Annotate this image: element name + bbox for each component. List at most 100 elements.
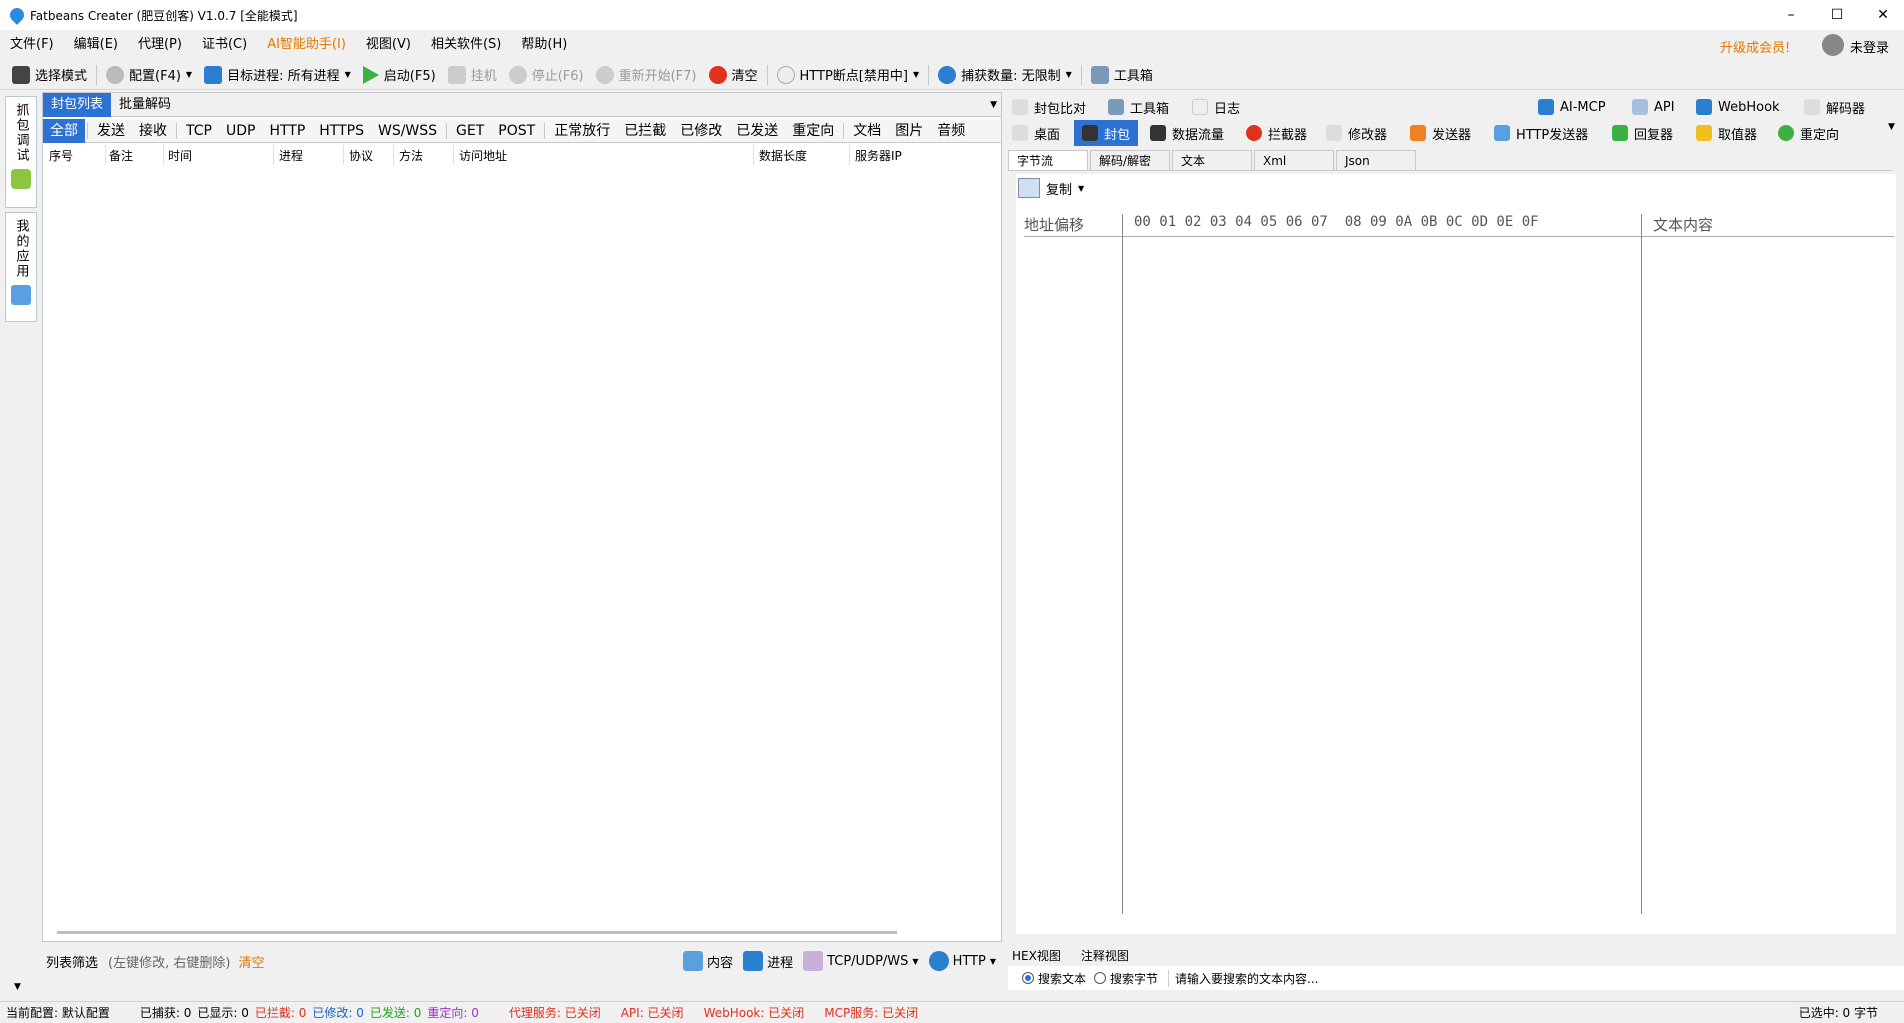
menu-certificate[interactable]: 证书(C) — [192, 32, 257, 58]
target-process-dropdown[interactable]: 目标进程: 所有进程 ▼ — [198, 61, 357, 89]
tabs-dropdown-icon[interactable]: ▼ — [990, 100, 997, 110]
sender-button[interactable]: 发送器 — [1410, 120, 1471, 146]
http-sender-button[interactable]: HTTP发送器 — [1494, 120, 1588, 146]
config-button[interactable]: 配置(F4) ▼ — [100, 61, 198, 89]
modifier-button[interactable]: 修改器 — [1326, 120, 1387, 146]
left-subtabs: 封包列表 批量解码 ▼ — [43, 92, 1001, 117]
search-text-radio[interactable] — [1022, 972, 1034, 984]
menu-help[interactable]: 帮助(H) — [511, 32, 577, 58]
http-breakpoint-dropdown[interactable]: HTTP断点[禁用中] ▼ — [771, 61, 926, 89]
filter-image[interactable]: 图片 — [888, 120, 930, 142]
restart-button[interactable]: 重新开始(F7) — [590, 61, 703, 89]
value-extractor-button[interactable]: 取值器 — [1696, 120, 1757, 146]
menu-view[interactable]: 视图(V) — [356, 32, 421, 58]
more-tools-icon[interactable]: ▼ — [1888, 122, 1895, 132]
tab-comment-view[interactable]: 注释视图 — [1077, 945, 1133, 966]
tab-hex-view[interactable]: HEX视图 — [1008, 945, 1065, 966]
api-button[interactable]: API — [1632, 94, 1675, 120]
chevron-down-icon[interactable]: ▼ — [186, 70, 192, 79]
hang-button[interactable]: 挂机 — [442, 61, 503, 89]
search-bytes-radio[interactable] — [1094, 972, 1107, 984]
login-status[interactable]: 未登录 — [1850, 37, 1889, 56]
menu-edit[interactable]: 编辑(E) — [64, 32, 128, 58]
tab-xml[interactable]: Xml — [1254, 150, 1334, 170]
upgrade-link[interactable]: 升级成会员! — [1720, 37, 1790, 56]
tools-icon — [1108, 99, 1124, 115]
column-header[interactable]: 序号 — [49, 147, 73, 164]
filter-document[interactable]: 文档 — [846, 120, 888, 142]
decoder-button[interactable]: 解码器 — [1804, 94, 1865, 120]
status-config: 当前配置: 默认配置 — [6, 1006, 110, 1020]
packet-tab-button[interactable]: 封包 — [1074, 120, 1139, 146]
toolbox-button[interactable]: 工具箱 — [1085, 61, 1159, 89]
right-toolbox-button[interactable]: 工具箱 — [1108, 94, 1169, 120]
data-traffic-button[interactable]: 数据流量 — [1150, 120, 1224, 146]
column-header[interactable]: 服务器IP — [855, 147, 902, 164]
filter-all[interactable]: 全部 — [43, 118, 85, 143]
filter-process-button[interactable]: 进程 — [743, 951, 793, 971]
filter-http-dropdown[interactable]: HTTP ▼ — [928, 951, 996, 971]
interceptor-button[interactable]: 拦截器 — [1246, 120, 1307, 146]
filter-passed[interactable]: 正常放行 — [547, 120, 617, 142]
column-header[interactable]: 进程 — [279, 147, 303, 164]
filter-https[interactable]: HTTPS — [312, 120, 371, 142]
filter-content-button[interactable]: 内容 — [683, 951, 733, 971]
horizontal-scrollbar[interactable] — [57, 931, 897, 934]
menu-related-software[interactable]: 相关软件(S) — [421, 32, 511, 58]
clear-button[interactable]: 清空 — [703, 61, 764, 89]
tab-json[interactable]: Json — [1336, 150, 1416, 170]
search-input[interactable]: 请输入要搜索的文本内容... — [1168, 969, 1904, 987]
tab-byte-stream[interactable]: 字节流 — [1008, 150, 1088, 170]
ai-mcp-button[interactable]: AI-MCP — [1538, 94, 1606, 120]
maximize-button[interactable]: ☐ — [1814, 0, 1860, 30]
filter-udp[interactable]: UDP — [219, 120, 262, 142]
packet-compare-button[interactable]: 封包比对 — [1012, 94, 1086, 120]
filter-receive[interactable]: 接收 — [132, 120, 174, 142]
column-header[interactable]: 备注 — [109, 147, 133, 164]
filter-sent[interactable]: 已发送 — [729, 120, 785, 142]
column-header[interactable]: 方法 — [399, 147, 423, 164]
minimize-button[interactable]: – — [1768, 0, 1814, 30]
log-button[interactable]: 日志 — [1192, 94, 1240, 120]
menu-file[interactable]: 文件(F) — [0, 32, 64, 58]
tab-packet-list[interactable]: 封包列表 — [43, 92, 112, 117]
stop-button[interactable]: 停止(F6) — [503, 61, 590, 89]
column-header[interactable]: 时间 — [168, 147, 192, 164]
tab-decode-decrypt[interactable]: 解码/解密 — [1090, 150, 1170, 170]
copy-button[interactable]: 复制 ▼ — [1018, 178, 1084, 198]
desktop-button[interactable]: 桌面 — [1012, 120, 1060, 146]
menu-ai-assistant[interactable]: AI智能助手(I) — [257, 32, 356, 58]
menu-proxy[interactable]: 代理(P) — [128, 32, 192, 58]
filter-ws[interactable]: WS/WSS — [371, 120, 444, 142]
tab-text[interactable]: 文本 — [1172, 150, 1252, 170]
column-header[interactable]: 协议 — [349, 147, 373, 164]
filter-post[interactable]: POST — [491, 120, 542, 142]
column-header[interactable]: 数据长度 — [759, 147, 807, 164]
filter-redirect[interactable]: 重定向 — [785, 120, 841, 142]
capture-count-dropdown[interactable]: 捕获数量: 无限制 ▼ — [932, 61, 1078, 89]
column-header[interactable]: 访问地址 — [459, 147, 507, 164]
clear-icon — [708, 65, 727, 84]
close-button[interactable]: ✕ — [1860, 0, 1904, 30]
replier-button[interactable]: 回复器 — [1612, 120, 1673, 146]
filter-tcp-udp-ws-dropdown[interactable]: TCP/UDP/WS ▼ — [803, 951, 919, 971]
sidebar-scroll-down-icon[interactable]: ▼ — [14, 982, 21, 992]
filter-send[interactable]: 发送 — [90, 120, 132, 142]
select-mode-button[interactable]: 选择模式 — [6, 61, 93, 89]
tab-batch-decode[interactable]: 批量解码 — [111, 94, 179, 116]
filter-audio[interactable]: 音频 — [930, 120, 972, 142]
start-button[interactable]: 启动(F5) — [357, 61, 442, 89]
filter-http[interactable]: HTTP — [262, 120, 312, 142]
list-filter-clear-link[interactable]: 清空 — [238, 952, 264, 971]
webhook-button[interactable]: WebHook — [1696, 94, 1780, 120]
avatar-icon[interactable] — [1822, 34, 1844, 56]
hex-view-panel[interactable]: 复制 ▼ 地址偏移 00 01 02 03 04 05 06 07 08 09 … — [1016, 174, 1896, 934]
filter-intercepted[interactable]: 已拦截 — [617, 120, 673, 142]
filter-get[interactable]: GET — [449, 120, 491, 142]
sidebar-tab-capture-debug[interactable]: 抓包调试 — [5, 96, 37, 208]
sidebar-tab-my-apps[interactable]: 我的应用 — [5, 212, 37, 322]
filter-modified[interactable]: 已修改 — [673, 120, 729, 142]
filter-tcp[interactable]: TCP — [179, 120, 219, 142]
redirect-button[interactable]: 重定向 — [1778, 120, 1839, 146]
monitor-icon — [743, 951, 764, 971]
